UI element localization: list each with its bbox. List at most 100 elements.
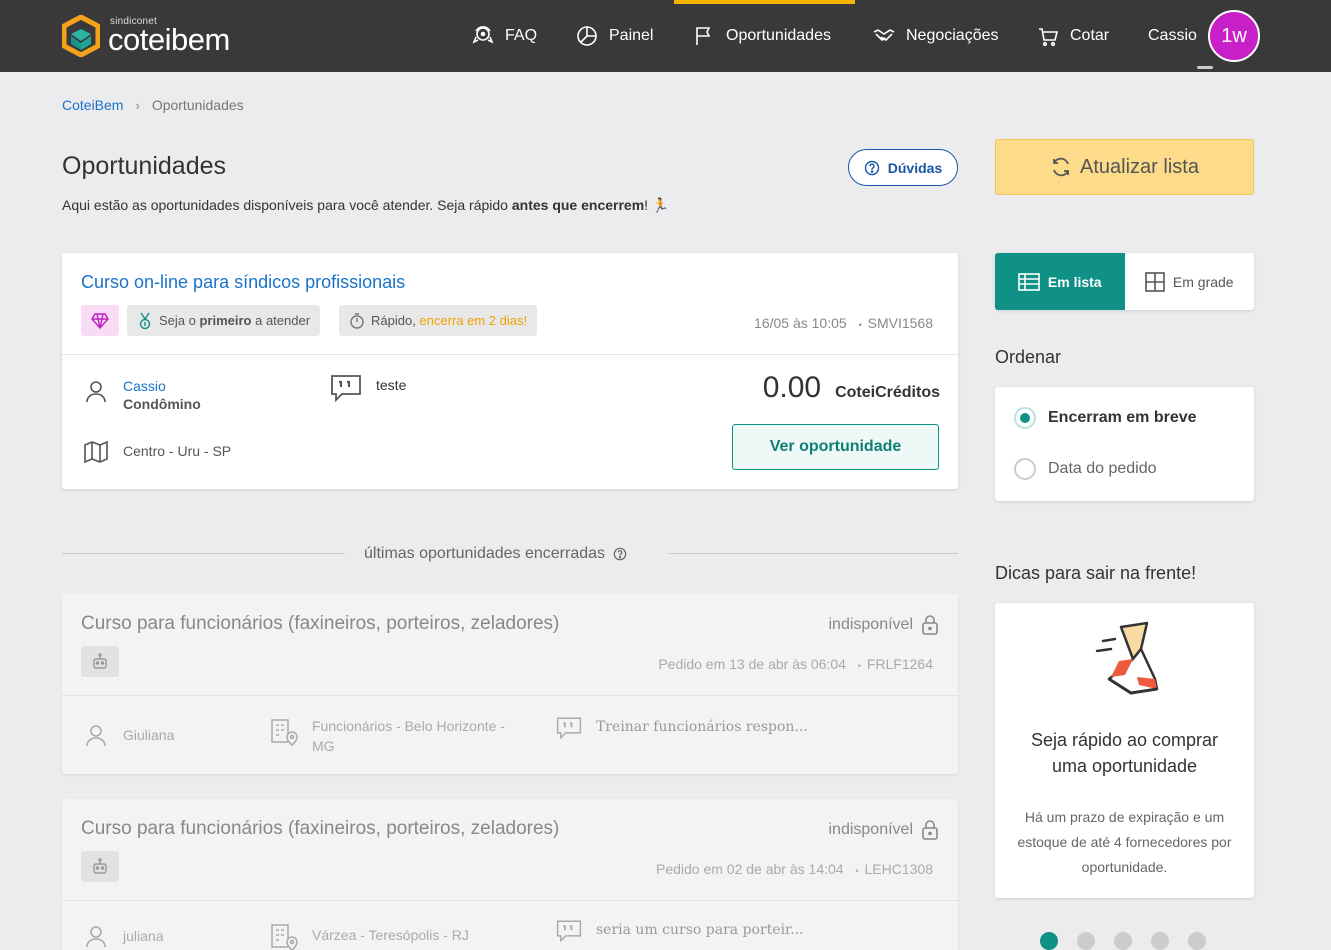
view-list-label: Em lista xyxy=(1047,273,1102,290)
closed-requester: juliana xyxy=(83,923,163,949)
sort-heading: Ordenar xyxy=(995,347,1062,367)
sort-option-label: Data do pedido xyxy=(1048,460,1157,477)
subtitle-suffix: ! 🏃 xyxy=(644,197,670,213)
closed-opportunity-title: Curso para funcionários (faxineiros, por… xyxy=(81,613,560,634)
help-circle-icon[interactable] xyxy=(613,547,627,561)
tag-fast-pre: Rápido, xyxy=(371,313,420,328)
quote-icon xyxy=(331,375,361,402)
nav-item-cotar[interactable]: Cotar xyxy=(1036,0,1109,72)
tag-first-post: a atender xyxy=(251,313,311,328)
section-divider-right xyxy=(668,553,958,554)
building-pin-icon xyxy=(271,924,298,950)
view-opportunity-button[interactable]: Ver oportunidade xyxy=(732,424,939,470)
refresh-label: Atualizar lista xyxy=(1080,155,1199,178)
grid-icon xyxy=(1145,271,1165,292)
nav-label-painel: Painel xyxy=(609,27,654,44)
view-mode-toggle: Em lista Em grade xyxy=(995,253,1254,310)
closed-status-text: indisponível xyxy=(828,821,914,838)
closed-opportunity-title: Curso para funcionários (faxineiros, por… xyxy=(81,818,560,839)
breadcrumb: CoteiBem › Oportunidades xyxy=(62,97,244,113)
brand-big-text: coteibem xyxy=(108,22,230,57)
tag-first-text: Seja o primeiro a atender xyxy=(159,313,310,328)
refresh-list-button[interactable]: Atualizar lista xyxy=(995,139,1254,195)
closed-code: LEHC1308 xyxy=(864,861,934,877)
subtitle-bold: antes que encerrem xyxy=(511,197,645,213)
closed-section-label: últimas oportunidades encerradas xyxy=(364,545,627,563)
avatar-initials: 1w xyxy=(1221,24,1247,47)
medal-icon xyxy=(139,312,151,329)
carousel-dot-4[interactable] xyxy=(1151,932,1169,950)
nav-item-oportunidades[interactable]: Oportunidades xyxy=(692,0,831,72)
tag-first-bold: primeiro xyxy=(199,313,252,328)
help-circle-icon xyxy=(864,160,879,175)
page-subtitle: Aqui estão as oportunidades disponíveis … xyxy=(62,197,669,214)
radio-selected[interactable] xyxy=(1014,407,1036,429)
sort-option-request-date[interactable]: Data do pedido xyxy=(1014,458,1157,480)
page-title: Oportunidades xyxy=(62,152,227,180)
nav-item-negociacoes[interactable]: Negociações xyxy=(872,0,999,72)
closed-code: FRLF1264 xyxy=(866,656,933,672)
carousel-dot-5[interactable] xyxy=(1188,932,1206,950)
chevron-right-icon: › xyxy=(135,97,140,113)
requester-name[interactable]: Cassio xyxy=(123,378,201,394)
nav-item-faq[interactable]: FAQ xyxy=(471,0,537,72)
closed-meta: Pedido em 13 de abr às 06:04 • FRLF1264 xyxy=(658,656,933,672)
view-list-button[interactable]: Em lista xyxy=(995,253,1125,310)
breadcrumb-home-link[interactable]: CoteiBem xyxy=(62,97,123,113)
carousel-dot-2[interactable] xyxy=(1077,932,1095,950)
user-icon xyxy=(86,926,106,948)
carousel-dot-1[interactable] xyxy=(1040,932,1058,950)
brand-logo[interactable]: sindiconet coteibem xyxy=(62,14,230,58)
pie-chart-icon xyxy=(577,26,597,46)
opportunity-title[interactable]: Curso on-line para síndicos profissionai… xyxy=(81,272,405,293)
view-grid-button[interactable]: Em grade xyxy=(1124,253,1254,310)
carousel-dots xyxy=(1040,932,1206,950)
map-icon xyxy=(84,440,108,464)
nav-label-faq: FAQ xyxy=(505,27,538,44)
closed-place-line1: Várzea - Teresópolis - RJ xyxy=(312,927,469,943)
robot-tag xyxy=(81,646,119,677)
avatar[interactable]: 1w xyxy=(1208,10,1260,62)
location-text: Centro - Uru - SP xyxy=(123,443,232,459)
lock-icon xyxy=(922,820,938,840)
nav-label-negociacoes: Negociações xyxy=(906,27,999,44)
faq-icon xyxy=(472,26,494,44)
nav-label-oportunidades: Oportunidades xyxy=(726,27,831,44)
carousel-dot-3[interactable] xyxy=(1114,932,1132,950)
closed-meta: Pedido em 02 de abr às 14:04 • LEHC1308 xyxy=(656,861,933,877)
description-text: teste xyxy=(376,377,407,393)
quote-icon xyxy=(556,920,582,943)
credits-value: 0.00 xyxy=(762,371,822,404)
closed-status: indisponível xyxy=(829,615,940,635)
description-info: teste xyxy=(330,374,406,402)
top-navbar: sindiconet coteibem FAQ Painel Oportunid… xyxy=(0,0,1331,72)
sort-option-label: Encerram em breve xyxy=(1048,409,1197,426)
requester-info: Cassio Condômino xyxy=(83,378,201,412)
meta-bullet: • xyxy=(855,866,859,876)
nav-item-painel[interactable]: Painel xyxy=(575,0,653,72)
stopwatch-icon xyxy=(350,312,364,329)
subtitle-prefix: Aqui estão as oportunidades disponíveis … xyxy=(62,197,512,213)
requester-role: Condômino xyxy=(123,396,201,412)
credits-display: 0.00 CoteiCréditos xyxy=(763,371,940,405)
closing-soon-tag: Rápido, encerra em 2 dias! xyxy=(339,305,538,336)
duvidas-label: Dúvidas xyxy=(887,159,943,176)
duvidas-button[interactable]: Dúvidas xyxy=(848,149,958,186)
premium-tag xyxy=(81,305,119,336)
sort-option-closing-soon[interactable]: Encerram em breve xyxy=(1014,407,1197,429)
user-name[interactable]: Cassio xyxy=(1148,27,1197,45)
closed-section-text: últimas oportunidades encerradas xyxy=(364,545,606,562)
closed-status-text: indisponível xyxy=(828,616,914,633)
closed-description-text: seria um curso para porteir... xyxy=(596,922,804,938)
running-shoe-icon xyxy=(1095,621,1159,695)
nav-active-indicator xyxy=(674,0,855,4)
closed-place: Várzea - Teresópolis - RJ xyxy=(270,921,469,950)
tips-card: Seja rápido ao comprar uma oportunidade … xyxy=(995,603,1254,898)
card-divider xyxy=(62,695,958,696)
opportunity-meta: 16/05 às 10:05 • SMVI1568 xyxy=(754,315,933,331)
closed-opportunity-card: Curso para funcionários (faxineiros, por… xyxy=(62,799,958,950)
radio-unselected[interactable] xyxy=(1014,458,1036,480)
flag-icon xyxy=(696,27,711,45)
diamond-icon xyxy=(91,312,109,329)
closed-requester-name: juliana xyxy=(123,928,164,944)
